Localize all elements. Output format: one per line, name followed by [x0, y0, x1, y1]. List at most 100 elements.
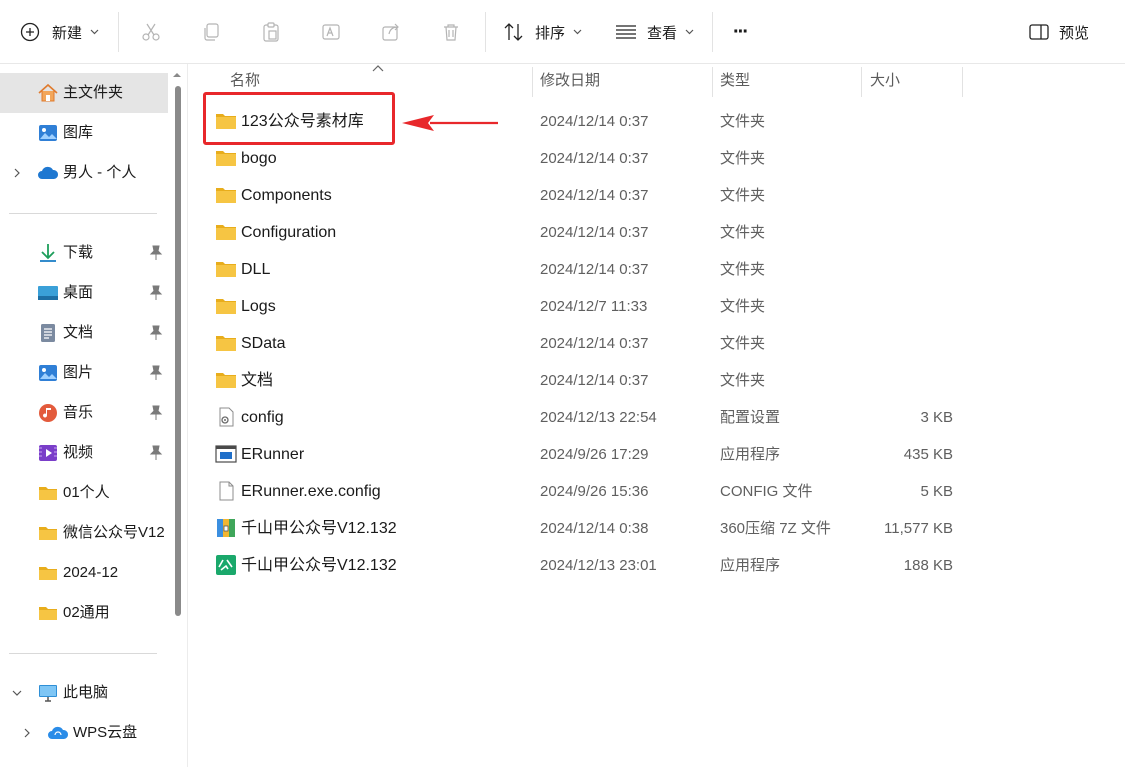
music-icon: [39, 404, 57, 422]
archive-icon: [217, 519, 235, 537]
sidebar-item-downloads[interactable]: 下载: [0, 233, 168, 273]
file-name: SData: [241, 335, 286, 352]
wps-cloud-icon: [48, 726, 69, 739]
view-button[interactable]: 查看: [615, 0, 694, 64]
file-name: Logs: [241, 298, 276, 315]
table-row[interactable]: ERunner.exe.config 2024/9/26 15:36 CONFI…: [189, 473, 1125, 510]
file-type: 文件夹: [720, 261, 766, 278]
column-header-type[interactable]: 类型: [720, 64, 750, 98]
delete-button[interactable]: [440, 0, 462, 64]
highlight-box: [203, 92, 395, 145]
table-row[interactable]: bogo 2024/12/14 0:37 文件夹: [189, 140, 1125, 177]
file-date: 2024/12/14 0:37: [540, 224, 649, 241]
blank-file-icon: [219, 481, 234, 501]
sidebar-scrollbar-thumb[interactable]: [175, 86, 181, 616]
file-date: 2024/12/7 11:33: [540, 298, 648, 315]
file-date: 2024/9/26 15:36: [540, 483, 649, 500]
chevron-down-icon: [573, 29, 582, 35]
sidebar-item-wps-cloud[interactable]: WPS云盘: [0, 713, 168, 753]
file-type: 文件夹: [720, 372, 766, 389]
pin-icon[interactable]: [149, 445, 163, 461]
file-date: 2024/12/13 22:54: [540, 409, 657, 426]
chevron-down-icon: [685, 29, 694, 35]
new-label: 新建: [52, 24, 83, 42]
file-type: 应用程序: [720, 557, 781, 574]
file-date: 2024/12/14 0:37: [540, 150, 649, 167]
trash-icon: [444, 24, 458, 41]
file-type: 文件夹: [720, 224, 766, 241]
chevron-right-icon[interactable]: [21, 727, 33, 739]
rename-button[interactable]: [320, 0, 342, 64]
sidebar-item-gallery[interactable]: 图库: [0, 113, 168, 153]
table-row[interactable]: SData 2024/12/14 0:37 文件夹: [189, 325, 1125, 362]
sidebar-item-folder-02[interactable]: 02通用: [0, 593, 168, 633]
table-row[interactable]: 千山甲公众号V12.132 2024/12/13 23:01 应用程序 188 …: [189, 547, 1125, 584]
table-row[interactable]: 文档 2024/12/14 0:37 文件夹: [189, 362, 1125, 399]
red-arrow-icon: [402, 115, 498, 131]
chevron-right-icon[interactable]: [11, 167, 23, 179]
download-icon: [40, 244, 56, 262]
cut-button[interactable]: [140, 0, 162, 64]
file-date: 2024/12/14 0:37: [540, 261, 649, 278]
sidebar-item-videos[interactable]: 视频: [0, 433, 168, 473]
sidebar-item-folder-wechat[interactable]: 微信公众号V12: [0, 513, 168, 553]
copy-icon: [204, 23, 219, 41]
file-size: 3 KB: [920, 409, 953, 426]
chevron-down-icon[interactable]: [11, 687, 23, 699]
table-row[interactable]: Components 2024/12/14 0:37 文件夹: [189, 177, 1125, 214]
paste-button[interactable]: [260, 0, 282, 64]
file-type: 文件夹: [720, 335, 766, 352]
view-label: 查看: [647, 24, 678, 42]
pin-icon[interactable]: [149, 325, 163, 341]
sidebar-item-this-pc[interactable]: 此电脑: [0, 673, 168, 713]
file-size: [859, 103, 953, 140]
sidebar-item-folder-2024-12[interactable]: 2024-12: [0, 553, 168, 593]
sidebar-item-home[interactable]: 主文件夹: [0, 73, 168, 113]
table-row[interactable]: 千山甲公众号V12.132 2024/12/14 0:38 360压缩 7Z 文…: [189, 510, 1125, 547]
scroll-up-arrow-icon[interactable]: [172, 70, 182, 80]
new-button[interactable]: 新建: [20, 0, 99, 64]
sidebar-item-desktop[interactable]: 桌面: [0, 273, 168, 313]
sidebar-item-documents[interactable]: 文档: [0, 313, 168, 353]
file-type: 360压缩 7Z 文件: [720, 520, 831, 537]
table-row[interactable]: Logs 2024/12/7 11:33 文件夹: [189, 288, 1125, 325]
column-header-date[interactable]: 修改日期: [540, 64, 600, 98]
sidebar-item-music[interactable]: 音乐: [0, 393, 168, 433]
folder-icon: [39, 607, 57, 620]
sort-label: 排序: [535, 24, 566, 42]
table-row[interactable]: DLL 2024/12/14 0:37 文件夹: [189, 251, 1125, 288]
folder-icon: [39, 567, 57, 580]
column-header-size[interactable]: 大小: [870, 64, 900, 98]
file-name: 千山甲公众号V12.132: [241, 557, 397, 574]
table-row[interactable]: ERunner 2024/9/26 17:29 应用程序 435 KB: [189, 436, 1125, 473]
file-name: config: [241, 409, 284, 426]
folder-icon: [216, 262, 236, 277]
sidebar-item-pictures[interactable]: 图片: [0, 353, 168, 393]
more-options-button[interactable]: ···: [733, 0, 749, 64]
gongzhonghao-app-icon: [216, 555, 236, 575]
table-row[interactable]: config 2024/12/13 22:54 配置设置 3 KB: [189, 399, 1125, 436]
pin-icon[interactable]: [149, 245, 163, 261]
navigation-pane: 主文件夹 图库 男人 - 个人 下载 桌面 文档 图片 音乐 视频 01个人 微…: [0, 64, 188, 767]
preview-pane-button[interactable]: 预览: [1029, 0, 1089, 64]
copy-button[interactable]: [200, 0, 222, 64]
file-name: ERunner: [241, 446, 305, 463]
file-type: CONFIG 文件: [720, 483, 813, 500]
chevron-down-icon: [90, 29, 99, 35]
sidebar-item-folder-01[interactable]: 01个人: [0, 473, 168, 513]
folder-icon: [39, 487, 57, 500]
share-button[interactable]: [380, 0, 402, 64]
file-name: 千山甲公众号V12.132: [241, 520, 397, 537]
file-type: 文件夹: [720, 113, 766, 130]
file-size: 435 KB: [903, 446, 953, 463]
table-row[interactable]: Configuration 2024/12/14 0:37 文件夹: [189, 214, 1125, 251]
pin-icon[interactable]: [149, 405, 163, 421]
file-name: ERunner.exe.config: [241, 483, 381, 500]
preview-pane-icon: [1029, 24, 1049, 40]
folder-icon: [216, 188, 236, 203]
sort-button[interactable]: 排序: [503, 0, 582, 64]
sidebar-item-onedrive[interactable]: 男人 - 个人: [0, 153, 168, 193]
file-size: [859, 140, 953, 177]
pin-icon[interactable]: [149, 285, 163, 301]
pin-icon[interactable]: [149, 365, 163, 381]
